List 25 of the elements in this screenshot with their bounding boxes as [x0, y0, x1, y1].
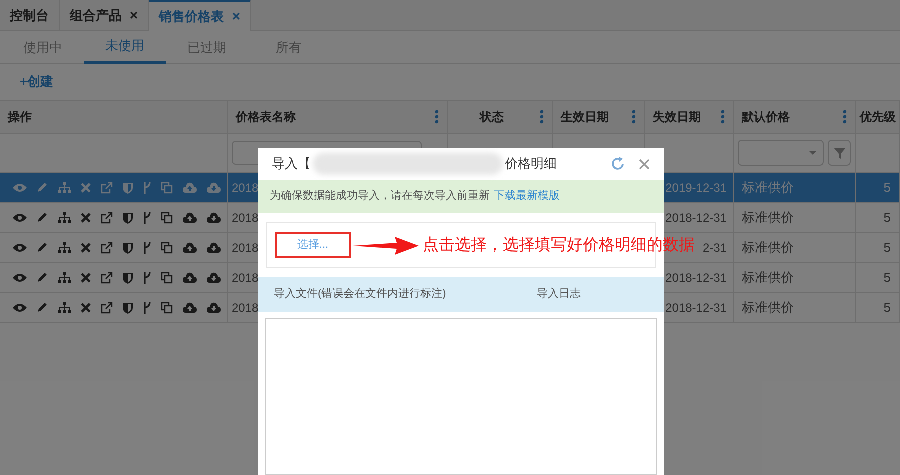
table-cell-text: 2018: [232, 210, 259, 226]
table-cell-text: 2018: [232, 180, 259, 196]
table-cell-text: 2018-12-31: [666, 270, 727, 286]
table-cell-text: 2019-12-31: [666, 180, 727, 196]
table-cell-text: 2-31: [702, 240, 727, 256]
dialog-title: 导入【: [272, 155, 311, 174]
table-cell-text: 2018: [232, 300, 259, 316]
notice-text: 为确保数据能成功导入，请在每次导入前重新: [270, 188, 490, 204]
table-cell-text: 2018: [232, 270, 259, 286]
table-cell-text: 5: [884, 298, 891, 317]
table-cell-text: 2018: [232, 240, 259, 256]
column-header: 导入日志: [537, 286, 581, 302]
column-header: 导入文件(错误会在文件内进行标注): [274, 286, 448, 302]
table-cell-text: 5: [884, 238, 891, 257]
table-cell-text: 标准供价: [742, 268, 794, 287]
dialog-title: 价格明细: [505, 155, 557, 174]
table-cell-text: 标准供价: [742, 238, 794, 257]
table-cell-text: 标准供价: [742, 178, 794, 197]
table-cell-text: 2018-12-31: [666, 300, 727, 316]
table-cell-text: 5: [884, 178, 891, 197]
table-cell-text: 标准供价: [742, 298, 794, 317]
table-cell-text: 2018-12-31: [666, 210, 727, 226]
table-cell-text: 5: [884, 208, 891, 227]
table-cell-text: 标准供价: [742, 208, 794, 227]
table-cell-text: 5: [884, 268, 891, 287]
